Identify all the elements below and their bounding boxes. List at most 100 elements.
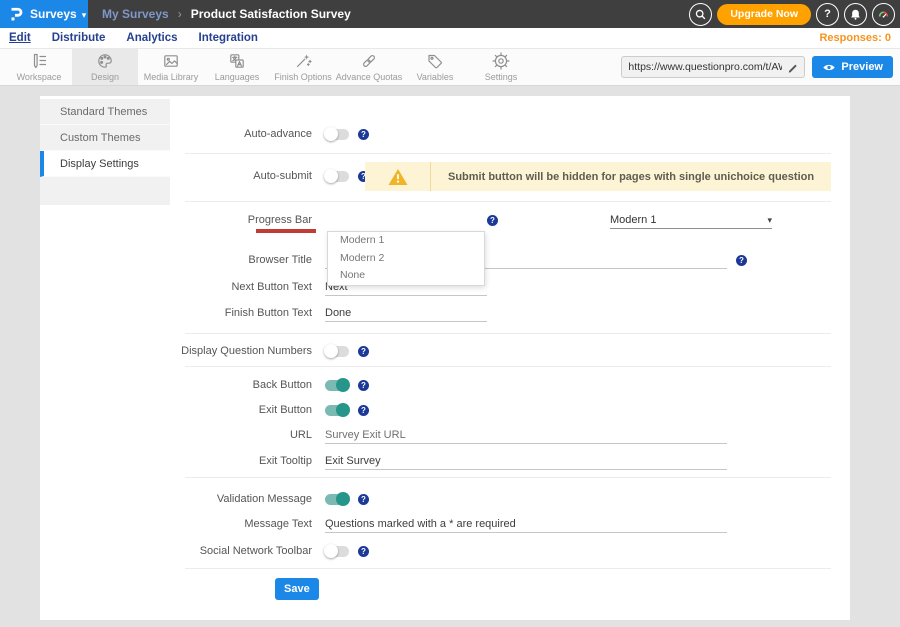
auto-advance-label: Auto-advance: [40, 128, 312, 140]
design-panel: Standard Themes Custom Themes Display Se…: [40, 96, 850, 620]
settings-icon: [492, 52, 510, 70]
dropdown-option-none[interactable]: None: [328, 267, 484, 285]
toolbar-item-advance-quotas[interactable]: Advance Quotas: [336, 49, 402, 85]
toolbar-item-languages[interactable]: Languages: [204, 49, 270, 85]
display-question-numbers-label: Display Question Numbers: [40, 345, 312, 357]
validation-message-row: Validation Message: [40, 491, 850, 507]
display-question-numbers-help-icon[interactable]: [358, 346, 369, 357]
breadcrumb-parent[interactable]: My Surveys: [102, 7, 169, 21]
product-switcher[interactable]: Surveys: [0, 0, 88, 28]
divider: [185, 333, 831, 334]
design-side-menu: Standard Themes Custom Themes Display Se…: [40, 99, 170, 205]
chevron-down-icon: [767, 214, 772, 226]
exit-tooltip-label: Exit Tooltip: [40, 455, 312, 467]
auto-submit-warning-text: Submit button will be hidden for pages w…: [431, 171, 814, 183]
auto-advance-row: Auto-advance: [40, 126, 850, 142]
exit-url-label: URL: [40, 429, 312, 441]
media-library-icon: [162, 52, 180, 70]
back-button-toggle[interactable]: [325, 380, 349, 391]
help-menu-button[interactable]: ?: [816, 3, 839, 26]
social-network-toolbar-toggle[interactable]: [325, 546, 349, 557]
back-button-help-icon[interactable]: [358, 380, 369, 391]
usage-meter-button[interactable]: [872, 3, 895, 26]
survey-link-box[interactable]: https://www.questionpro.com/t/AW22Zh44: [621, 56, 805, 78]
progress-bar-row: Progress Bar Modern 1: [40, 212, 850, 228]
toolbar-item-design[interactable]: Design: [72, 49, 138, 85]
message-text-input[interactable]: Questions marked with a * are required: [325, 516, 727, 533]
toolbar-right: https://www.questionpro.com/t/AW22Zh44 P…: [621, 49, 900, 85]
eye-icon: [822, 62, 836, 73]
notifications-button[interactable]: [844, 3, 867, 26]
exit-url-row: URL Survey Exit URL: [40, 427, 850, 443]
toolbar-item-finish-options[interactable]: Finish Options: [270, 49, 336, 85]
sidebar-item-standard-themes[interactable]: Standard Themes: [40, 99, 170, 125]
finish-options-icon: [294, 52, 312, 70]
auto-advance-toggle[interactable]: [325, 129, 349, 140]
nav-tab-edit[interactable]: Edit: [9, 32, 31, 44]
social-network-toolbar-row: Social Network Toolbar: [40, 543, 850, 559]
nav-tab-distribute[interactable]: Distribute: [52, 32, 106, 44]
edit-link-button[interactable]: [782, 57, 804, 77]
nav-tab-integration[interactable]: Integration: [199, 32, 258, 44]
message-text-row: Message Text Questions marked with a * a…: [40, 516, 850, 532]
progress-bar-selected-value: Modern 1: [610, 214, 656, 226]
back-button-row: Back Button: [40, 377, 850, 393]
variables-icon: [426, 52, 444, 70]
progress-bar-help-icon[interactable]: [487, 215, 498, 226]
exit-button-toggle[interactable]: [325, 405, 349, 416]
back-button-label: Back Button: [40, 379, 312, 391]
finish-button-text-label: Finish Button Text: [40, 307, 312, 319]
auto-submit-label: Auto-submit: [40, 170, 312, 182]
questionpro-logo-icon: [7, 5, 25, 23]
progress-bar-select[interactable]: Modern 1: [610, 212, 772, 229]
preview-button[interactable]: Preview: [812, 56, 893, 78]
chevron-down-icon: [82, 5, 87, 23]
exit-button-row: Exit Button: [40, 402, 850, 418]
search-button[interactable]: [689, 3, 712, 26]
exit-tooltip-row: Exit Tooltip Exit Survey: [40, 453, 850, 469]
warning-triangle-icon: [387, 167, 409, 187]
save-button[interactable]: Save: [275, 578, 319, 600]
message-text-label: Message Text: [40, 518, 312, 530]
auto-submit-toggle[interactable]: [325, 171, 349, 182]
breadcrumb: My Surveys Product Satisfaction Survey: [102, 5, 351, 23]
bell-icon: [849, 8, 862, 21]
auto-advance-help-icon[interactable]: [358, 129, 369, 140]
design-icon: [96, 52, 114, 70]
toolbar-item-settings[interactable]: Settings: [468, 49, 534, 85]
social-network-toolbar-help-icon[interactable]: [358, 546, 369, 557]
divider: [185, 568, 831, 569]
advance-quotas-icon: [360, 52, 378, 70]
exit-tooltip-input[interactable]: Exit Survey: [325, 453, 727, 470]
toolbar-item-variables[interactable]: Variables: [402, 49, 468, 85]
browser-title-help-icon[interactable]: [736, 255, 747, 266]
page-title: Product Satisfaction Survey: [191, 7, 351, 21]
validation-message-toggle[interactable]: [325, 494, 349, 505]
responses-count[interactable]: Responses: 0: [819, 32, 891, 44]
exit-button-help-icon[interactable]: [358, 405, 369, 416]
divider: [185, 153, 831, 154]
upgrade-now-button[interactable]: Upgrade Now: [717, 4, 811, 25]
pencil-icon: [787, 61, 799, 73]
product-switcher-label: Surveys: [30, 7, 77, 21]
workspace-icon: [30, 52, 48, 70]
display-question-numbers-row: Display Question Numbers: [40, 343, 850, 359]
next-button-text-label: Next Button Text: [40, 281, 312, 293]
toolbar-item-media-library[interactable]: Media Library: [138, 49, 204, 85]
divider: [185, 201, 831, 202]
validation-message-help-icon[interactable]: [358, 494, 369, 505]
social-network-toolbar-label: Social Network Toolbar: [40, 545, 312, 557]
dropdown-option-modern-2[interactable]: Modern 2: [328, 250, 484, 268]
survey-link-url[interactable]: https://www.questionpro.com/t/AW22Zh44: [622, 61, 782, 73]
languages-icon: [228, 52, 246, 70]
validation-message-label: Validation Message: [40, 493, 312, 505]
nav-tab-analytics[interactable]: Analytics: [126, 32, 177, 44]
finish-button-text-input[interactable]: Done: [325, 305, 487, 322]
finish-button-text-row: Finish Button Text Done: [40, 305, 850, 321]
top-actions: Upgrade Now ?: [689, 3, 900, 26]
exit-url-input[interactable]: Survey Exit URL: [325, 427, 727, 444]
toolbar-item-workspace[interactable]: Workspace: [6, 49, 72, 85]
display-question-numbers-toggle[interactable]: [325, 346, 349, 357]
dropdown-option-modern-1[interactable]: Modern 1: [328, 232, 484, 250]
gauge-icon: [877, 8, 890, 21]
